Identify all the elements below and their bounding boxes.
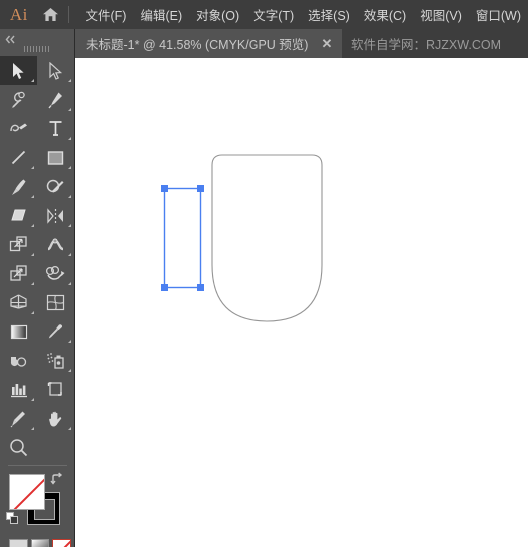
- menu-window[interactable]: 窗口(W): [469, 2, 528, 27]
- flyout-indicator-icon: [31, 224, 34, 227]
- eraser-tool[interactable]: [0, 201, 37, 230]
- shaper-tool[interactable]: [37, 172, 74, 201]
- flyout-indicator-icon: [31, 253, 34, 256]
- menu-file[interactable]: 文件(F): [79, 2, 134, 27]
- illustrator-window: Ai 文件(F) 编辑(E) 对象(O) 文字(T) 选择(S) 效果(C) 视…: [0, 0, 528, 547]
- line-segment-tool[interactable]: [0, 143, 37, 172]
- rotate-tool[interactable]: [37, 201, 74, 230]
- flyout-indicator-icon: [68, 166, 71, 169]
- ai-logo: Ai: [9, 4, 28, 24]
- magic-wand-tool[interactable]: [0, 85, 37, 114]
- flyout-indicator-icon: [31, 398, 34, 401]
- symbol-sprayer-tool[interactable]: [37, 346, 74, 375]
- selection-handle-bottom-left[interactable]: [161, 284, 168, 291]
- tool-grid: [0, 55, 74, 433]
- flyout-indicator-icon: [68, 224, 71, 227]
- curvature-tool[interactable]: [0, 114, 37, 143]
- document-tab[interactable]: 未标题-1* @ 41.58% (CMYK/GPU 预览) ✕: [75, 29, 343, 58]
- document-tab-bar: 未标题-1* @ 41.58% (CMYK/GPU 预览) ✕ 软件自学网：RJ…: [0, 29, 528, 58]
- selection-rect: [163, 187, 202, 289]
- zoom-tool[interactable]: [0, 433, 74, 462]
- artboard-canvas[interactable]: [75, 58, 528, 547]
- type-tool[interactable]: [37, 114, 74, 143]
- fill-stroke-control: [0, 471, 75, 533]
- direct-selection-tool[interactable]: [37, 56, 74, 85]
- flyout-indicator-icon: [68, 427, 71, 430]
- paintbrush-tool[interactable]: [0, 172, 37, 201]
- default-fill-stroke-icon[interactable]: [6, 512, 19, 525]
- watermark-text: 软件自学网：RJZXW.COM: [351, 38, 501, 52]
- flyout-indicator-icon: [31, 282, 34, 285]
- paint-mode-swatches: [9, 539, 74, 547]
- flyout-indicator-icon: [68, 369, 71, 372]
- menu-view[interactable]: 视图(V): [413, 2, 469, 27]
- flyout-indicator-icon: [31, 166, 34, 169]
- flyout-indicator-icon: [68, 253, 71, 256]
- flyout-indicator-icon: [68, 137, 71, 140]
- menu-effect[interactable]: 效果(C): [357, 2, 413, 27]
- none-swatch[interactable]: [52, 539, 72, 547]
- slice-tool[interactable]: [0, 404, 37, 433]
- toolbar-separator: [8, 465, 67, 466]
- close-icon[interactable]: ✕: [321, 37, 332, 50]
- home-icon[interactable]: [34, 7, 68, 22]
- flyout-indicator-icon: [68, 195, 71, 198]
- pen-tool[interactable]: [37, 85, 74, 114]
- color-swatch[interactable]: [9, 539, 28, 547]
- perspective-grid-tool[interactable]: [0, 288, 37, 317]
- flyout-indicator-icon: [68, 79, 71, 82]
- flyout-indicator-icon: [68, 108, 71, 111]
- hand-tool[interactable]: [37, 404, 74, 433]
- free-transform-tool[interactable]: [0, 259, 37, 288]
- menu-edit[interactable]: 编辑(E): [133, 2, 189, 27]
- rounded-rectangle-path[interactable]: [200, 153, 340, 333]
- flyout-indicator-icon: [31, 195, 34, 198]
- selection-tool[interactable]: [0, 56, 37, 85]
- width-tool[interactable]: [37, 230, 74, 259]
- menu-type[interactable]: 文字(T): [246, 2, 301, 27]
- rectangle-tool[interactable]: [37, 143, 74, 172]
- flyout-indicator-icon: [31, 311, 34, 314]
- blend-tool[interactable]: [0, 346, 37, 375]
- scale-tool[interactable]: [0, 230, 37, 259]
- eyedropper-tool[interactable]: [37, 317, 74, 346]
- flyout-indicator-icon: [68, 340, 71, 343]
- artboard-tool[interactable]: [37, 375, 74, 404]
- swap-fill-stroke-icon[interactable]: [50, 472, 64, 486]
- menu-object[interactable]: 对象(O): [189, 2, 246, 27]
- document-tab-title: 未标题-1* @ 41.58% (CMYK/GPU 预览): [86, 38, 309, 52]
- menu-bar: Ai 文件(F) 编辑(E) 对象(O) 文字(T) 选择(S) 效果(C) 视…: [0, 0, 528, 29]
- menu-select[interactable]: 选择(S): [301, 2, 357, 27]
- column-graph-tool[interactable]: [0, 375, 37, 404]
- mesh-tool[interactable]: [37, 288, 74, 317]
- selection-handle-top-left[interactable]: [161, 185, 168, 192]
- flyout-indicator-icon: [68, 282, 71, 285]
- shape-builder-tool[interactable]: [37, 259, 74, 288]
- fill-swatch[interactable]: [9, 474, 45, 510]
- gradient-tool[interactable]: [0, 317, 37, 346]
- tools-panel: [0, 29, 75, 547]
- flyout-indicator-icon: [31, 79, 34, 82]
- grip-dots-icon: [24, 45, 50, 52]
- flyout-indicator-icon: [31, 427, 34, 430]
- gradient-swatch[interactable]: [30, 539, 50, 547]
- none-slash-icon: [12, 475, 44, 509]
- menu-divider: [67, 6, 69, 23]
- collapse-panel-button[interactable]: [0, 29, 74, 44]
- menu-item-list: 文件(F) 编辑(E) 对象(O) 文字(T) 选择(S) 效果(C) 视图(V…: [79, 2, 528, 27]
